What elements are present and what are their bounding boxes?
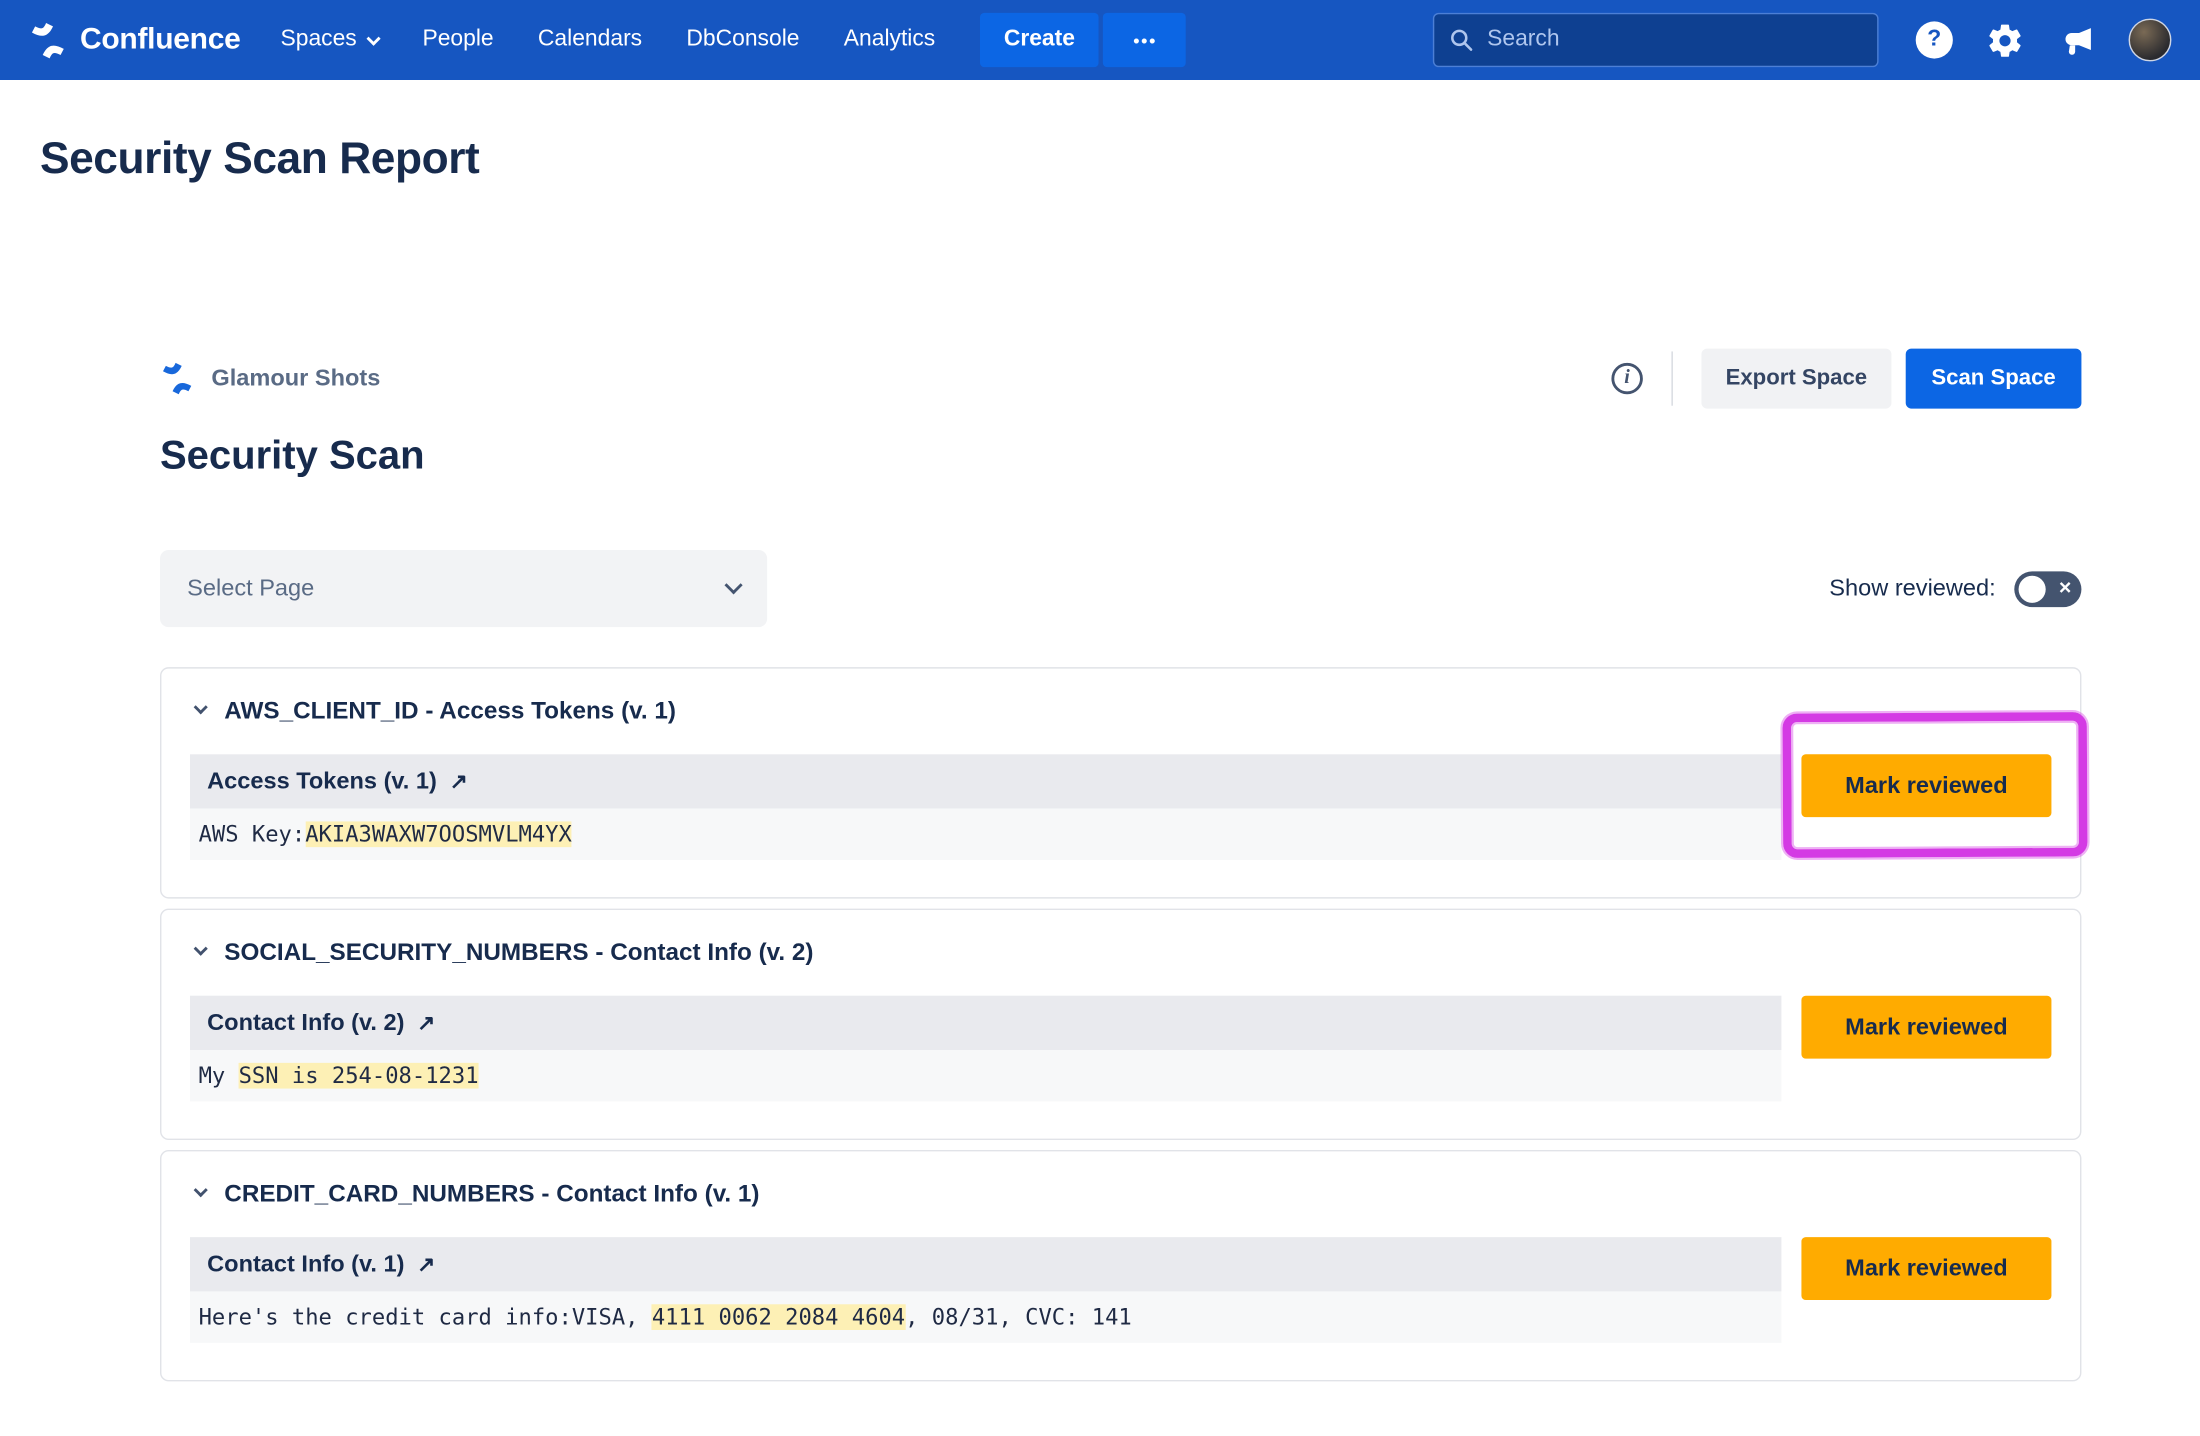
- scan-space-button[interactable]: Scan Space: [1906, 349, 2082, 409]
- page-root: Confluence Spaces People Calendars DbCon…: [0, 0, 2200, 1436]
- snippet-highlight: AKIA3WAXW7OOSMVLM4YX: [305, 821, 572, 847]
- nav-item-spaces[interactable]: Spaces: [280, 27, 378, 53]
- external-link-icon[interactable]: ↗: [417, 1010, 435, 1036]
- search-box[interactable]: [1433, 13, 1879, 67]
- nav-item-people[interactable]: People: [422, 27, 493, 53]
- source-page-bar: Access Tokens (v. 1) ↗: [190, 754, 1781, 808]
- nav-item-calendars[interactable]: Calendars: [538, 27, 642, 53]
- finding-title: CREDIT_CARD_NUMBERS - Contact Info (v. 1…: [224, 1180, 759, 1209]
- external-link-icon[interactable]: ↗: [417, 1251, 435, 1277]
- finding-detail: Contact Info (v. 2) ↗ My SSN is 254-08-1…: [190, 996, 1781, 1102]
- section-title: Security Scan: [160, 433, 2081, 479]
- collapse-caret-icon: [194, 699, 208, 713]
- select-page-label: Select Page: [187, 575, 314, 602]
- mark-reviewed-button[interactable]: Mark reviewed: [1801, 754, 2051, 817]
- source-page-title: Contact Info (v. 1): [207, 1251, 404, 1278]
- finding-detail: Access Tokens (v. 1) ↗ AWS Key:AKIA3WAXW…: [190, 754, 1781, 860]
- chevron-down-icon: [366, 31, 380, 45]
- nav-item-analytics[interactable]: Analytics: [844, 27, 935, 53]
- search-input[interactable]: [1487, 27, 1863, 53]
- source-page-title: Access Tokens (v. 1): [207, 768, 437, 795]
- help-icon[interactable]: ?: [1916, 21, 1953, 58]
- page-title: Security Scan Report: [40, 133, 2200, 184]
- finding-action-area: Mark reviewed: [1801, 996, 2051, 1059]
- megaphone-icon[interactable]: [2057, 21, 2096, 60]
- collapse-caret-icon: [194, 1182, 208, 1196]
- external-link-icon[interactable]: ↗: [450, 769, 468, 795]
- confluence-logo-icon: [29, 21, 68, 60]
- finding-header[interactable]: CREDIT_CARD_NUMBERS - Contact Info (v. 1…: [196, 1180, 2052, 1209]
- snippet-prefix: My: [199, 1063, 239, 1089]
- top-nav: Confluence Spaces People Calendars DbCon…: [0, 0, 2200, 80]
- finding-snippet: Here's the credit card info:VISA, 4111 0…: [190, 1291, 1781, 1342]
- chevron-down-icon: [724, 575, 742, 593]
- search-icon: [1449, 27, 1475, 53]
- select-page-dropdown[interactable]: Select Page: [160, 550, 767, 627]
- finding-card: SOCIAL_SECURITY_NUMBERS - Contact Info (…: [160, 909, 2081, 1140]
- mark-reviewed-button[interactable]: Mark reviewed: [1801, 1237, 2051, 1300]
- brand-name: Confluence: [80, 23, 240, 57]
- space-header-row: Glamour Shots i Export Space Scan Space: [160, 347, 2081, 410]
- settings-gear-icon[interactable]: [1986, 21, 2025, 60]
- space-name-link[interactable]: Glamour Shots: [211, 365, 380, 392]
- snippet-highlight: 4111 0062 2084 4604: [652, 1304, 905, 1330]
- finding-title: AWS_CLIENT_ID - Access Tokens (v. 1): [224, 697, 676, 726]
- main-menu: Spaces People Calendars DbConsole Analyt…: [280, 27, 979, 53]
- mark-reviewed-button[interactable]: Mark reviewed: [1801, 996, 2051, 1059]
- controls-row: Select Page Show reviewed: ×: [160, 550, 2081, 627]
- source-page-title: Contact Info (v. 2): [207, 1009, 404, 1036]
- report-content: Glamour Shots i Export Space Scan Space …: [160, 347, 2081, 1381]
- finding-snippet: My SSN is 254-08-1231: [190, 1050, 1781, 1101]
- show-reviewed-control: Show reviewed: ×: [1829, 571, 2081, 607]
- finding-body: Contact Info (v. 2) ↗ My SSN is 254-08-1…: [190, 996, 2051, 1102]
- finding-header[interactable]: AWS_CLIENT_ID - Access Tokens (v. 1): [196, 697, 2052, 726]
- create-button[interactable]: Create: [980, 13, 1100, 67]
- toggle-off-x-icon: ×: [2059, 577, 2072, 598]
- source-page-bar: Contact Info (v. 2) ↗: [190, 996, 1781, 1050]
- snippet-prefix: Here's the credit card info:VISA,: [199, 1304, 652, 1330]
- export-space-button[interactable]: Export Space: [1701, 349, 1891, 409]
- info-icon[interactable]: i: [1611, 363, 1642, 394]
- space-actions: i Export Space Scan Space: [1611, 349, 2081, 409]
- toggle-knob: [2019, 575, 2046, 602]
- finding-body: Contact Info (v. 1) ↗ Here's the credit …: [190, 1237, 2051, 1343]
- nav-item-spaces-label: Spaces: [280, 27, 356, 53]
- collapse-caret-icon: [194, 941, 208, 955]
- snippet-highlight: SSN is 254-08-1231: [239, 1063, 479, 1089]
- vertical-divider: [1671, 351, 1672, 405]
- finding-action-area: Mark reviewed: [1801, 1237, 2051, 1300]
- finding-action-area: Mark reviewed: [1801, 754, 2051, 817]
- nav-icon-group: ?: [1916, 19, 2172, 62]
- finding-snippet: AWS Key:AKIA3WAXW7OOSMVLM4YX: [190, 809, 1781, 860]
- nav-item-dbconsole[interactable]: DbConsole: [686, 27, 799, 53]
- finding-card: AWS_CLIENT_ID - Access Tokens (v. 1) Acc…: [160, 667, 2081, 898]
- show-reviewed-toggle[interactable]: ×: [2014, 571, 2081, 607]
- space-logo-icon: [160, 361, 194, 395]
- user-avatar[interactable]: [2129, 19, 2172, 62]
- snippet-suffix: , 08/31, CVC: 141: [905, 1304, 1132, 1330]
- finding-title: SOCIAL_SECURITY_NUMBERS - Contact Info (…: [224, 939, 813, 968]
- finding-body: Access Tokens (v. 1) ↗ AWS Key:AKIA3WAXW…: [190, 754, 2051, 860]
- snippet-prefix: AWS Key:: [199, 821, 306, 847]
- more-actions-button[interactable]: •••: [1104, 13, 1187, 67]
- finding-header[interactable]: SOCIAL_SECURITY_NUMBERS - Contact Info (…: [196, 939, 2052, 968]
- confluence-home-link[interactable]: Confluence: [29, 21, 241, 60]
- show-reviewed-label: Show reviewed:: [1829, 575, 1995, 602]
- space-identity: Glamour Shots: [160, 361, 380, 395]
- finding-detail: Contact Info (v. 1) ↗ Here's the credit …: [190, 1237, 1781, 1343]
- finding-card: CREDIT_CARD_NUMBERS - Contact Info (v. 1…: [160, 1150, 2081, 1381]
- source-page-bar: Contact Info (v. 1) ↗: [190, 1237, 1781, 1291]
